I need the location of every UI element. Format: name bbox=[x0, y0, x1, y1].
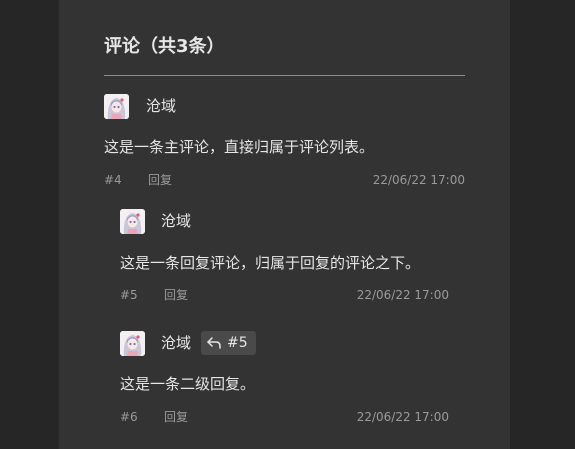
reply-to-label: #5 bbox=[227, 335, 248, 351]
comment-timestamp: 22/06/22 17:00 bbox=[372, 173, 465, 187]
comment-id: #6 bbox=[120, 410, 138, 424]
comments-title: 评论（共3条） bbox=[104, 36, 225, 57]
reply-button[interactable]: 回复 bbox=[164, 287, 188, 303]
comments-panel: 评论（共3条） 沧域 这是一条主评论，直接归属于评论列表。 #4 回复 22/0… bbox=[59, 0, 510, 449]
reply-arrow-icon bbox=[207, 337, 221, 349]
comment-text: 这是一条二级回复。 bbox=[120, 375, 256, 393]
title-divider bbox=[104, 75, 465, 76]
comment-timestamp: 22/06/22 17:00 bbox=[356, 410, 449, 424]
comment-author[interactable]: 沧域 bbox=[146, 96, 176, 116]
reply-button[interactable]: 回复 bbox=[164, 409, 188, 425]
reply-button[interactable]: 回复 bbox=[148, 172, 172, 188]
comment-id: #5 bbox=[120, 288, 138, 302]
comment-text: 这是一条回复评论，归属于回复的评论之下。 bbox=[120, 254, 421, 272]
avatar[interactable] bbox=[120, 209, 145, 234]
reply-to-badge[interactable]: #5 bbox=[201, 331, 256, 355]
avatar[interactable] bbox=[120, 331, 145, 356]
comment-author[interactable]: 沧域 bbox=[161, 211, 191, 231]
comment-id: #4 bbox=[104, 173, 122, 187]
comment-text: 这是一条主评论，直接归属于评论列表。 bbox=[104, 138, 375, 156]
comment-author[interactable]: 沧域 bbox=[161, 333, 191, 353]
comment-timestamp: 22/06/22 17:00 bbox=[356, 288, 449, 302]
avatar[interactable] bbox=[104, 94, 129, 119]
